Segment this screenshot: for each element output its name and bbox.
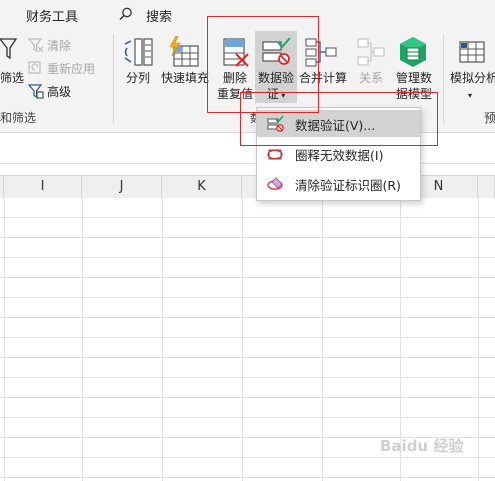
- grid-line: [82, 198, 83, 481]
- grid-line: [322, 198, 323, 481]
- menu-item-label: 圈释无效数据(I): [295, 148, 384, 163]
- clear-button[interactable]: 清除: [47, 38, 71, 54]
- forecast-group-label: 预: [484, 111, 495, 125]
- advanced-button[interactable]: 高级: [47, 84, 71, 100]
- split-button[interactable]: 分列: [120, 70, 156, 86]
- filter-icon: [0, 38, 18, 60]
- reapply-button[interactable]: 重新应用: [47, 61, 95, 77]
- grid-line: [162, 198, 163, 481]
- what-if-analysis-label: 模拟分析: [450, 71, 495, 85]
- flash-fill-icon: [169, 36, 199, 67]
- grid-line: [242, 198, 243, 481]
- text-to-columns-icon: [124, 38, 153, 66]
- menu-finance-tools[interactable]: 财务工具: [26, 6, 78, 25]
- column-header-k[interactable]: K: [162, 176, 242, 198]
- menu-item-clear-circles[interactable]: 清除验证标识圈(R): [257, 170, 420, 197]
- column-header-j[interactable]: J: [82, 176, 162, 198]
- data-model-icon: [400, 37, 426, 67]
- filter-button[interactable]: 筛选: [0, 70, 24, 86]
- grid-line: [478, 198, 479, 481]
- grid-line: [4, 198, 5, 481]
- flash-fill-button[interactable]: 快速填充: [160, 70, 210, 86]
- relationships-icon: [357, 38, 385, 66]
- relationships-button[interactable]: 关系: [355, 70, 387, 86]
- data-model-label-1: 管理数: [395, 71, 432, 85]
- column-header-i[interactable]: I: [4, 176, 82, 198]
- search-icon[interactable]: [118, 6, 134, 22]
- column-header-next[interactable]: [478, 176, 495, 198]
- clear-validation-circles-icon: [267, 177, 283, 190]
- watermark: Baidu 经验: [380, 437, 464, 455]
- group-divider: [443, 34, 444, 124]
- clear-filter-icon: [28, 38, 44, 53]
- annotation-box: [240, 92, 438, 146]
- circle-invalid-data-icon: [267, 149, 283, 160]
- group-divider: [113, 34, 114, 124]
- menu-search[interactable]: 搜索: [146, 6, 172, 25]
- advanced-filter-icon: [28, 84, 44, 99]
- menu-item-label: 清除验证标识圈(R): [295, 178, 401, 193]
- chevron-down-icon: ▾: [468, 91, 473, 100]
- what-if-analysis-icon: [459, 41, 485, 63]
- what-if-analysis-button[interactable]: 模拟分析 ▾: [450, 70, 495, 104]
- sort-filter-group-label: 和筛选: [0, 111, 37, 125]
- reapply-icon: [28, 61, 41, 74]
